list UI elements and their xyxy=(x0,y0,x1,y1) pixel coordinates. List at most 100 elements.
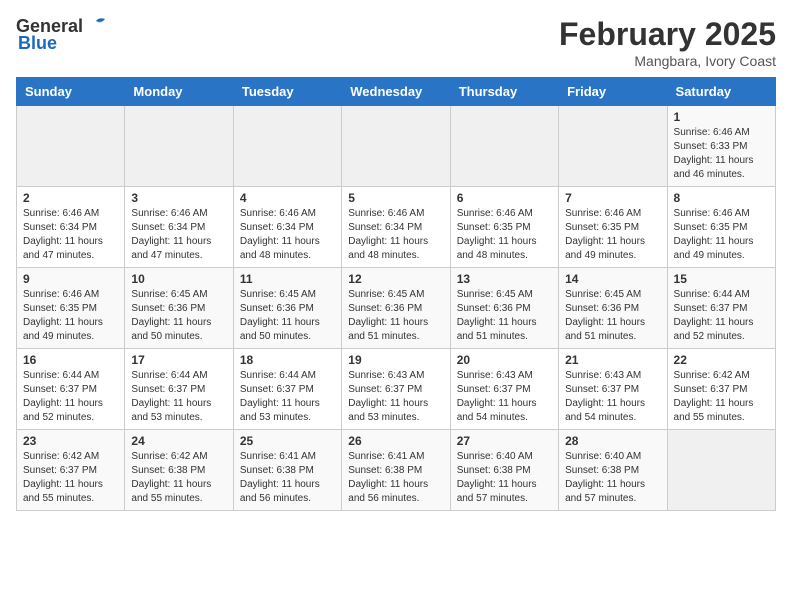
calendar-cell xyxy=(450,106,558,187)
day-number: 16 xyxy=(23,353,118,367)
day-info: Sunrise: 6:44 AM Sunset: 6:37 PM Dayligh… xyxy=(240,369,335,425)
day-number: 27 xyxy=(457,434,552,448)
title-block: February 2025 Mangbara, Ivory Coast xyxy=(559,16,776,69)
calendar-cell: 2 Sunrise: 6:46 AM Sunset: 6:34 PM Daylig… xyxy=(17,187,125,268)
calendar-cell xyxy=(233,106,341,187)
day-number: 25 xyxy=(240,434,335,448)
day-number: 17 xyxy=(131,353,226,367)
calendar-day-header: Saturday xyxy=(667,78,775,106)
day-number: 8 xyxy=(674,191,769,205)
day-info: Sunrise: 6:40 AM Sunset: 6:38 PM Dayligh… xyxy=(565,450,660,506)
day-number: 3 xyxy=(131,191,226,205)
calendar-cell: 16 Sunrise: 6:44 AM Sunset: 6:37 PM Dayli… xyxy=(17,349,125,430)
calendar-cell: 23 Sunrise: 6:42 AM Sunset: 6:37 PM Dayli… xyxy=(17,430,125,511)
calendar-day-header: Thursday xyxy=(450,78,558,106)
day-info: Sunrise: 6:42 AM Sunset: 6:37 PM Dayligh… xyxy=(23,450,118,506)
calendar-table: SundayMondayTuesdayWednesdayThursdayFrid… xyxy=(16,77,776,511)
day-info: Sunrise: 6:44 AM Sunset: 6:37 PM Dayligh… xyxy=(131,369,226,425)
calendar-week-row: 9 Sunrise: 6:46 AM Sunset: 6:35 PM Daylig… xyxy=(17,268,776,349)
day-number: 22 xyxy=(674,353,769,367)
day-number: 28 xyxy=(565,434,660,448)
day-info: Sunrise: 6:46 AM Sunset: 6:33 PM Dayligh… xyxy=(674,126,769,182)
logo-bird-icon xyxy=(85,17,107,37)
calendar-day-header: Friday xyxy=(559,78,667,106)
day-number: 20 xyxy=(457,353,552,367)
day-info: Sunrise: 6:46 AM Sunset: 6:35 PM Dayligh… xyxy=(457,207,552,263)
calendar-cell: 4Sunrise: 6:46 AM Sunset: 6:34 PM Daylig… xyxy=(233,187,341,268)
day-number: 19 xyxy=(348,353,443,367)
calendar-day-header: Wednesday xyxy=(342,78,450,106)
calendar-cell: 19Sunrise: 6:43 AM Sunset: 6:37 PM Dayli… xyxy=(342,349,450,430)
day-number: 14 xyxy=(565,272,660,286)
calendar-week-row: 23 Sunrise: 6:42 AM Sunset: 6:37 PM Dayli… xyxy=(17,430,776,511)
day-info: Sunrise: 6:44 AM Sunset: 6:37 PM Dayligh… xyxy=(674,288,769,344)
calendar-header-row: SundayMondayTuesdayWednesdayThursdayFrid… xyxy=(17,78,776,106)
day-info: Sunrise: 6:43 AM Sunset: 6:37 PM Dayligh… xyxy=(565,369,660,425)
day-number: 24 xyxy=(131,434,226,448)
calendar-cell: 20 Sunrise: 6:43 AM Sunset: 6:37 PM Dayli… xyxy=(450,349,558,430)
day-info: Sunrise: 6:45 AM Sunset: 6:36 PM Dayligh… xyxy=(348,288,443,344)
day-number: 5 xyxy=(348,191,443,205)
day-number: 7 xyxy=(565,191,660,205)
calendar-day-header: Monday xyxy=(125,78,233,106)
calendar-cell xyxy=(125,106,233,187)
calendar-cell xyxy=(559,106,667,187)
calendar-week-row: 16 Sunrise: 6:44 AM Sunset: 6:37 PM Dayli… xyxy=(17,349,776,430)
day-info: Sunrise: 6:41 AM Sunset: 6:38 PM Dayligh… xyxy=(240,450,335,506)
day-number: 1 xyxy=(674,110,769,124)
day-info: Sunrise: 6:46 AM Sunset: 6:34 PM Dayligh… xyxy=(131,207,226,263)
calendar-cell xyxy=(667,430,775,511)
calendar-cell: 22Sunrise: 6:42 AM Sunset: 6:37 PM Dayli… xyxy=(667,349,775,430)
day-number: 12 xyxy=(348,272,443,286)
day-info: Sunrise: 6:43 AM Sunset: 6:37 PM Dayligh… xyxy=(457,369,552,425)
day-info: Sunrise: 6:46 AM Sunset: 6:35 PM Dayligh… xyxy=(674,207,769,263)
logo-blue-text: Blue xyxy=(18,33,57,54)
calendar-cell: 24 Sunrise: 6:42 AM Sunset: 6:38 PM Dayli… xyxy=(125,430,233,511)
page-header: General Blue February 2025 Mangbara, Ivo… xyxy=(16,16,776,69)
day-number: 18 xyxy=(240,353,335,367)
day-number: 21 xyxy=(565,353,660,367)
day-number: 2 xyxy=(23,191,118,205)
calendar-cell xyxy=(342,106,450,187)
calendar-cell xyxy=(17,106,125,187)
month-year-title: February 2025 xyxy=(559,16,776,53)
day-number: 4 xyxy=(240,191,335,205)
day-info: Sunrise: 6:45 AM Sunset: 6:36 PM Dayligh… xyxy=(565,288,660,344)
day-info: Sunrise: 6:45 AM Sunset: 6:36 PM Dayligh… xyxy=(131,288,226,344)
calendar-cell: 1 Sunrise: 6:46 AM Sunset: 6:33 PM Daylig… xyxy=(667,106,775,187)
day-info: Sunrise: 6:46 AM Sunset: 6:35 PM Dayligh… xyxy=(565,207,660,263)
calendar-cell: 8 Sunrise: 6:46 AM Sunset: 6:35 PM Daylig… xyxy=(667,187,775,268)
calendar-cell: 12 Sunrise: 6:45 AM Sunset: 6:36 PM Dayli… xyxy=(342,268,450,349)
day-info: Sunrise: 6:40 AM Sunset: 6:38 PM Dayligh… xyxy=(457,450,552,506)
calendar-week-row: 1 Sunrise: 6:46 AM Sunset: 6:33 PM Daylig… xyxy=(17,106,776,187)
calendar-cell: 17 Sunrise: 6:44 AM Sunset: 6:37 PM Dayli… xyxy=(125,349,233,430)
calendar-cell: 21 Sunrise: 6:43 AM Sunset: 6:37 PM Dayli… xyxy=(559,349,667,430)
calendar-cell: 26Sunrise: 6:41 AM Sunset: 6:38 PM Dayli… xyxy=(342,430,450,511)
day-info: Sunrise: 6:46 AM Sunset: 6:34 PM Dayligh… xyxy=(348,207,443,263)
calendar-cell: 7 Sunrise: 6:46 AM Sunset: 6:35 PM Daylig… xyxy=(559,187,667,268)
day-number: 26 xyxy=(348,434,443,448)
day-number: 13 xyxy=(457,272,552,286)
calendar-cell: 27 Sunrise: 6:40 AM Sunset: 6:38 PM Dayli… xyxy=(450,430,558,511)
day-info: Sunrise: 6:42 AM Sunset: 6:38 PM Dayligh… xyxy=(131,450,226,506)
calendar-cell: 18 Sunrise: 6:44 AM Sunset: 6:37 PM Dayli… xyxy=(233,349,341,430)
logo: General Blue xyxy=(16,16,107,54)
calendar-cell: 6Sunrise: 6:46 AM Sunset: 6:35 PM Daylig… xyxy=(450,187,558,268)
day-number: 9 xyxy=(23,272,118,286)
calendar-cell: 11 Sunrise: 6:45 AM Sunset: 6:36 PM Dayli… xyxy=(233,268,341,349)
day-info: Sunrise: 6:46 AM Sunset: 6:34 PM Dayligh… xyxy=(23,207,118,263)
day-number: 11 xyxy=(240,272,335,286)
day-info: Sunrise: 6:45 AM Sunset: 6:36 PM Dayligh… xyxy=(240,288,335,344)
day-number: 10 xyxy=(131,272,226,286)
day-info: Sunrise: 6:46 AM Sunset: 6:35 PM Dayligh… xyxy=(23,288,118,344)
calendar-cell: 9 Sunrise: 6:46 AM Sunset: 6:35 PM Daylig… xyxy=(17,268,125,349)
day-info: Sunrise: 6:44 AM Sunset: 6:37 PM Dayligh… xyxy=(23,369,118,425)
calendar-cell: 25 Sunrise: 6:41 AM Sunset: 6:38 PM Dayli… xyxy=(233,430,341,511)
calendar-cell: 15Sunrise: 6:44 AM Sunset: 6:37 PM Dayli… xyxy=(667,268,775,349)
calendar-cell: 28 Sunrise: 6:40 AM Sunset: 6:38 PM Dayli… xyxy=(559,430,667,511)
calendar-cell: 10 Sunrise: 6:45 AM Sunset: 6:36 PM Dayli… xyxy=(125,268,233,349)
calendar-cell: 5 Sunrise: 6:46 AM Sunset: 6:34 PM Daylig… xyxy=(342,187,450,268)
day-number: 23 xyxy=(23,434,118,448)
calendar-day-header: Sunday xyxy=(17,78,125,106)
calendar-cell: 14 Sunrise: 6:45 AM Sunset: 6:36 PM Dayli… xyxy=(559,268,667,349)
